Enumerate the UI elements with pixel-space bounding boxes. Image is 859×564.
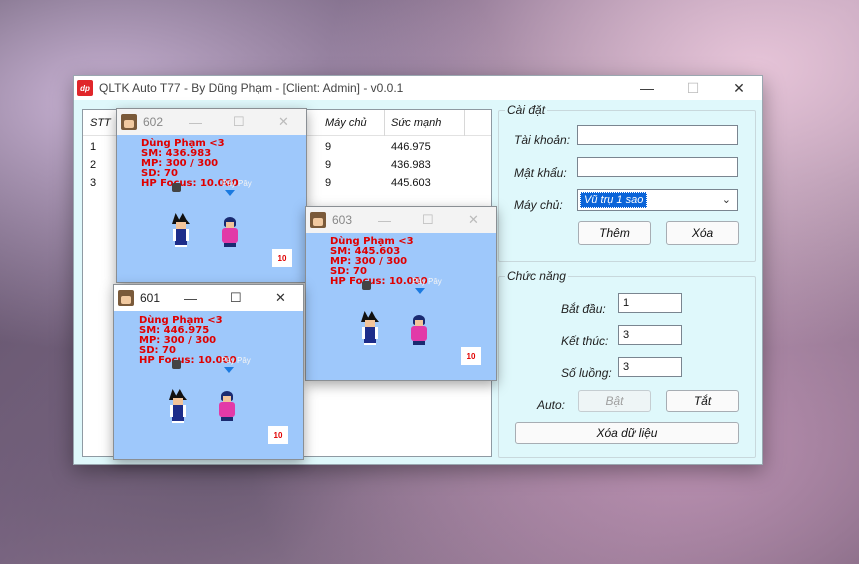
account-label: Tài khoản: xyxy=(514,133,571,147)
level-badge: 10 xyxy=(268,426,288,444)
close-button[interactable]: ✕ xyxy=(278,109,289,135)
game-viewport[interactable]: Dùng Phạm <3 SM: 436.983 MP: 300 / 300 S… xyxy=(117,135,306,282)
client-name: 603 xyxy=(332,213,353,227)
npc-character xyxy=(221,217,239,247)
level-badge: 10 xyxy=(461,347,481,365)
close-button[interactable]: ✕ xyxy=(716,76,762,100)
client-name: 601 xyxy=(140,291,161,305)
tag-label: Pây Pây xyxy=(412,277,442,286)
minimize-button[interactable]: — xyxy=(184,285,197,311)
maximize-button[interactable]: ☐ xyxy=(422,207,434,233)
close-button[interactable]: ✕ xyxy=(275,285,286,311)
maximize-button[interactable]: ☐ xyxy=(230,285,242,311)
app-logo: dp xyxy=(77,80,93,96)
npc-character xyxy=(218,391,236,421)
title-bar[interactable]: dp QLTK Auto T77 - By Dũng Phạm - [Clien… xyxy=(74,76,762,100)
delete-button[interactable]: Xóa xyxy=(666,221,739,245)
close-button[interactable]: ✕ xyxy=(468,207,479,233)
bag-icon xyxy=(362,281,371,290)
maximize-button[interactable]: ☐ xyxy=(233,109,245,135)
client-window-603[interactable]: 603 — ☐ ✕ Dùng Phạm <3 SM: 445.603 MP: 3… xyxy=(305,206,497,381)
player-character xyxy=(359,311,381,345)
off-button[interactable]: Tắt xyxy=(666,390,739,412)
maximize-button[interactable]: ☐ xyxy=(670,76,716,100)
arrow-down-icon xyxy=(415,288,425,294)
avatar-icon xyxy=(310,212,326,228)
player-character xyxy=(170,213,192,247)
cell-server: 9 xyxy=(325,141,332,153)
cell-stt: 2 xyxy=(90,159,97,171)
client-title-bar[interactable]: 603 — ☐ ✕ xyxy=(306,207,496,233)
cell-stt: 1 xyxy=(90,141,97,153)
minimize-button[interactable]: — xyxy=(189,109,202,135)
minimize-button[interactable]: — xyxy=(624,76,670,100)
cell-server: 9 xyxy=(325,177,332,189)
auto-label: Auto: xyxy=(537,398,566,412)
avatar-icon xyxy=(121,114,137,130)
password-input[interactable] xyxy=(577,157,738,177)
on-button[interactable]: Bật xyxy=(578,390,651,412)
client-window-601[interactable]: 601 — ☐ ✕ Dùng Phạm <3 SM: 446.975 MP: 3… xyxy=(113,284,304,460)
game-viewport[interactable]: Dùng Phạm <3 SM: 446.975 MP: 300 / 300 S… xyxy=(114,311,303,459)
cell-stt: 3 xyxy=(90,177,97,189)
client-title-bar[interactable]: 601 — ☐ ✕ xyxy=(114,285,303,311)
column-stt[interactable]: STT xyxy=(90,117,111,129)
tag-label: Pây Pây xyxy=(221,356,251,365)
start-label: Bắt đầu: xyxy=(561,302,606,316)
cell-power: 445.603 xyxy=(391,177,431,189)
game-viewport[interactable]: Dùng Phạm <3 SM: 445.603 MP: 300 / 300 S… xyxy=(306,233,496,380)
cell-power: 436.983 xyxy=(391,159,431,171)
threads-input[interactable]: 3 xyxy=(618,357,682,377)
client-window-602[interactable]: 602 — ☐ ✕ Dùng Phạm <3 SM: 436.983 MP: 3… xyxy=(116,108,307,283)
start-input[interactable]: 1 xyxy=(618,293,682,313)
window-title: QLTK Auto T77 - By Dũng Phạm - [Client: … xyxy=(99,81,404,95)
end-input[interactable]: 3 xyxy=(618,325,682,345)
bag-icon xyxy=(172,360,181,369)
settings-title: Cài đặt xyxy=(505,103,548,117)
player-character xyxy=(167,389,189,423)
server-label: Máy chủ: xyxy=(514,198,563,212)
avatar-icon xyxy=(118,290,134,306)
server-select[interactable]: Vũ trụ 1 sao ⌄ xyxy=(577,189,738,211)
threads-label: Số luồng: xyxy=(561,366,612,380)
functions-title: Chức năng xyxy=(505,269,568,283)
client-name: 602 xyxy=(143,115,164,129)
arrow-down-icon xyxy=(224,367,234,373)
end-label: Kết thúc: xyxy=(561,334,609,348)
column-power[interactable]: Sức mạnh xyxy=(385,110,465,136)
arrow-down-icon xyxy=(225,190,235,196)
account-input[interactable] xyxy=(577,125,738,145)
column-server[interactable]: Máy chủ xyxy=(319,110,385,136)
minimize-button[interactable]: — xyxy=(378,207,391,233)
password-label: Mật khẩu: xyxy=(514,166,567,180)
add-button[interactable]: Thêm xyxy=(578,221,651,245)
bag-icon xyxy=(172,183,181,192)
level-badge: 10 xyxy=(272,249,292,267)
cell-power: 446.975 xyxy=(391,141,431,153)
client-title-bar[interactable]: 602 — ☐ ✕ xyxy=(117,109,306,135)
tag-label: Pây Pây xyxy=(222,179,252,188)
clear-data-button[interactable]: Xóa dữ liệu xyxy=(515,422,739,444)
chevron-down-icon: ⌄ xyxy=(721,194,731,206)
server-selected-value: Vũ trụ 1 sao xyxy=(580,192,648,208)
cell-server: 9 xyxy=(325,159,332,171)
npc-character xyxy=(410,315,428,345)
